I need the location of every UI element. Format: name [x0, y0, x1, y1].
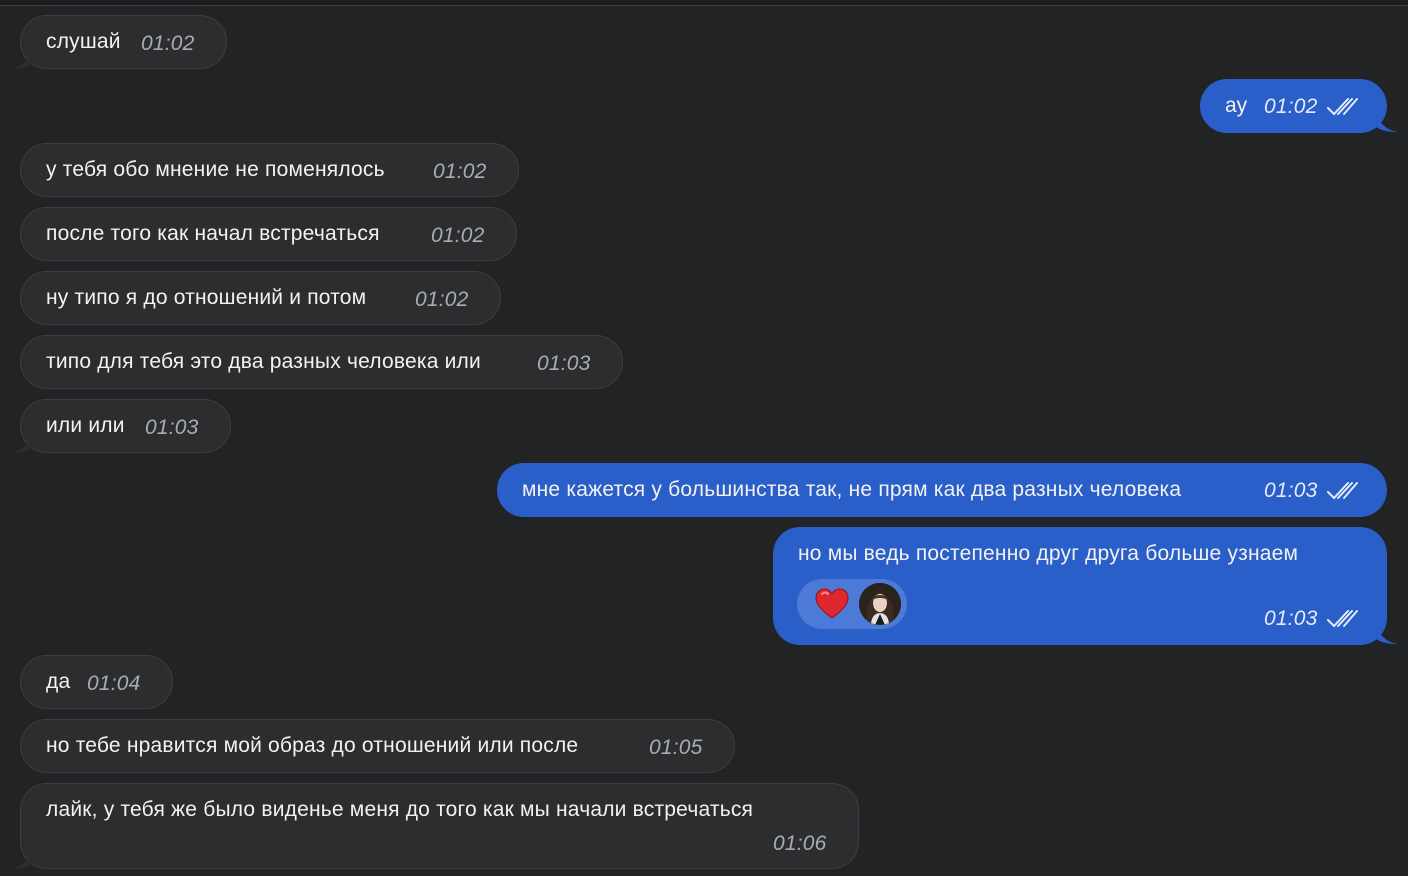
- message-time: 01:03: [1264, 607, 1318, 630]
- message-time: 01:02: [415, 288, 469, 311]
- message-incoming[interactable]: у тебя обо мнение не поменялось 01:02: [20, 143, 519, 197]
- read-checkmarks-icon: [1327, 610, 1358, 628]
- message-incoming[interactable]: лайк, у тебя же было виденье меня до тог…: [20, 783, 859, 869]
- message-outgoing[interactable]: но мы ведь постепенно друг друга больше …: [773, 527, 1387, 645]
- reaction-chip[interactable]: [797, 579, 907, 629]
- message-time: 01:02: [431, 224, 485, 247]
- message-incoming[interactable]: ну типо я до отношений и потом 01:02: [20, 271, 501, 325]
- message-outgoing[interactable]: ау 01:02: [1200, 79, 1387, 133]
- message-time: 01:06: [773, 832, 827, 855]
- message-text: лайк, у тебя же было виденье меня до тог…: [46, 798, 754, 821]
- message-incoming[interactable]: после того как начал встречаться 01:02: [20, 207, 517, 261]
- avatar: [859, 583, 901, 625]
- message-text: у тебя обо мнение не поменялось: [46, 158, 385, 181]
- message-time: 01:02: [433, 160, 487, 183]
- message-time: 01:03: [537, 352, 591, 375]
- message-text: слушай: [46, 30, 121, 53]
- message-incoming[interactable]: типо для тебя это два разных человека ил…: [20, 335, 623, 389]
- read-checkmarks-icon: [1327, 482, 1358, 500]
- bubble-tail: [1376, 625, 1398, 644]
- message-text: типо для тебя это два разных человека ил…: [46, 350, 481, 373]
- message-time: 01:02: [141, 32, 195, 55]
- message-time: 01:02: [1264, 95, 1318, 118]
- message-text: но мы ведь постепенно друг друга больше …: [798, 542, 1299, 565]
- message-text: мне кажется у большинства так, не прям к…: [522, 478, 1182, 501]
- bubble-tail: [10, 50, 32, 69]
- message-text: ау: [1225, 94, 1248, 117]
- read-checkmarks-icon: [1327, 98, 1358, 116]
- message-incoming[interactable]: да 01:04: [20, 655, 173, 709]
- message-outgoing[interactable]: мне кажется у большинства так, не прям к…: [497, 463, 1387, 517]
- bubble-tail: [10, 850, 32, 869]
- message-incoming[interactable]: или или 01:03: [20, 399, 231, 453]
- message-text: но тебе нравится мой образ до отношений …: [46, 734, 579, 757]
- bubble-tail: [1376, 113, 1398, 132]
- message-incoming[interactable]: но тебе нравится мой образ до отношений …: [20, 719, 735, 773]
- message-time: 01:05: [649, 736, 703, 759]
- message-text: ну типо я до отношений и потом: [46, 286, 367, 309]
- message-incoming[interactable]: слушай 01:02: [20, 15, 227, 69]
- message-text: или или: [46, 414, 125, 437]
- heart-icon: [815, 588, 849, 619]
- chat-history[interactable]: слушай 01:02 ау 01:02 у тебя обо мнение …: [0, 0, 1408, 876]
- message-time: 01:03: [145, 416, 199, 439]
- message-text: после того как начал встречаться: [46, 222, 380, 245]
- message-text: да: [46, 670, 71, 693]
- message-time: 01:04: [87, 672, 141, 695]
- message-time: 01:03: [1264, 479, 1318, 502]
- bubble-tail: [10, 434, 32, 453]
